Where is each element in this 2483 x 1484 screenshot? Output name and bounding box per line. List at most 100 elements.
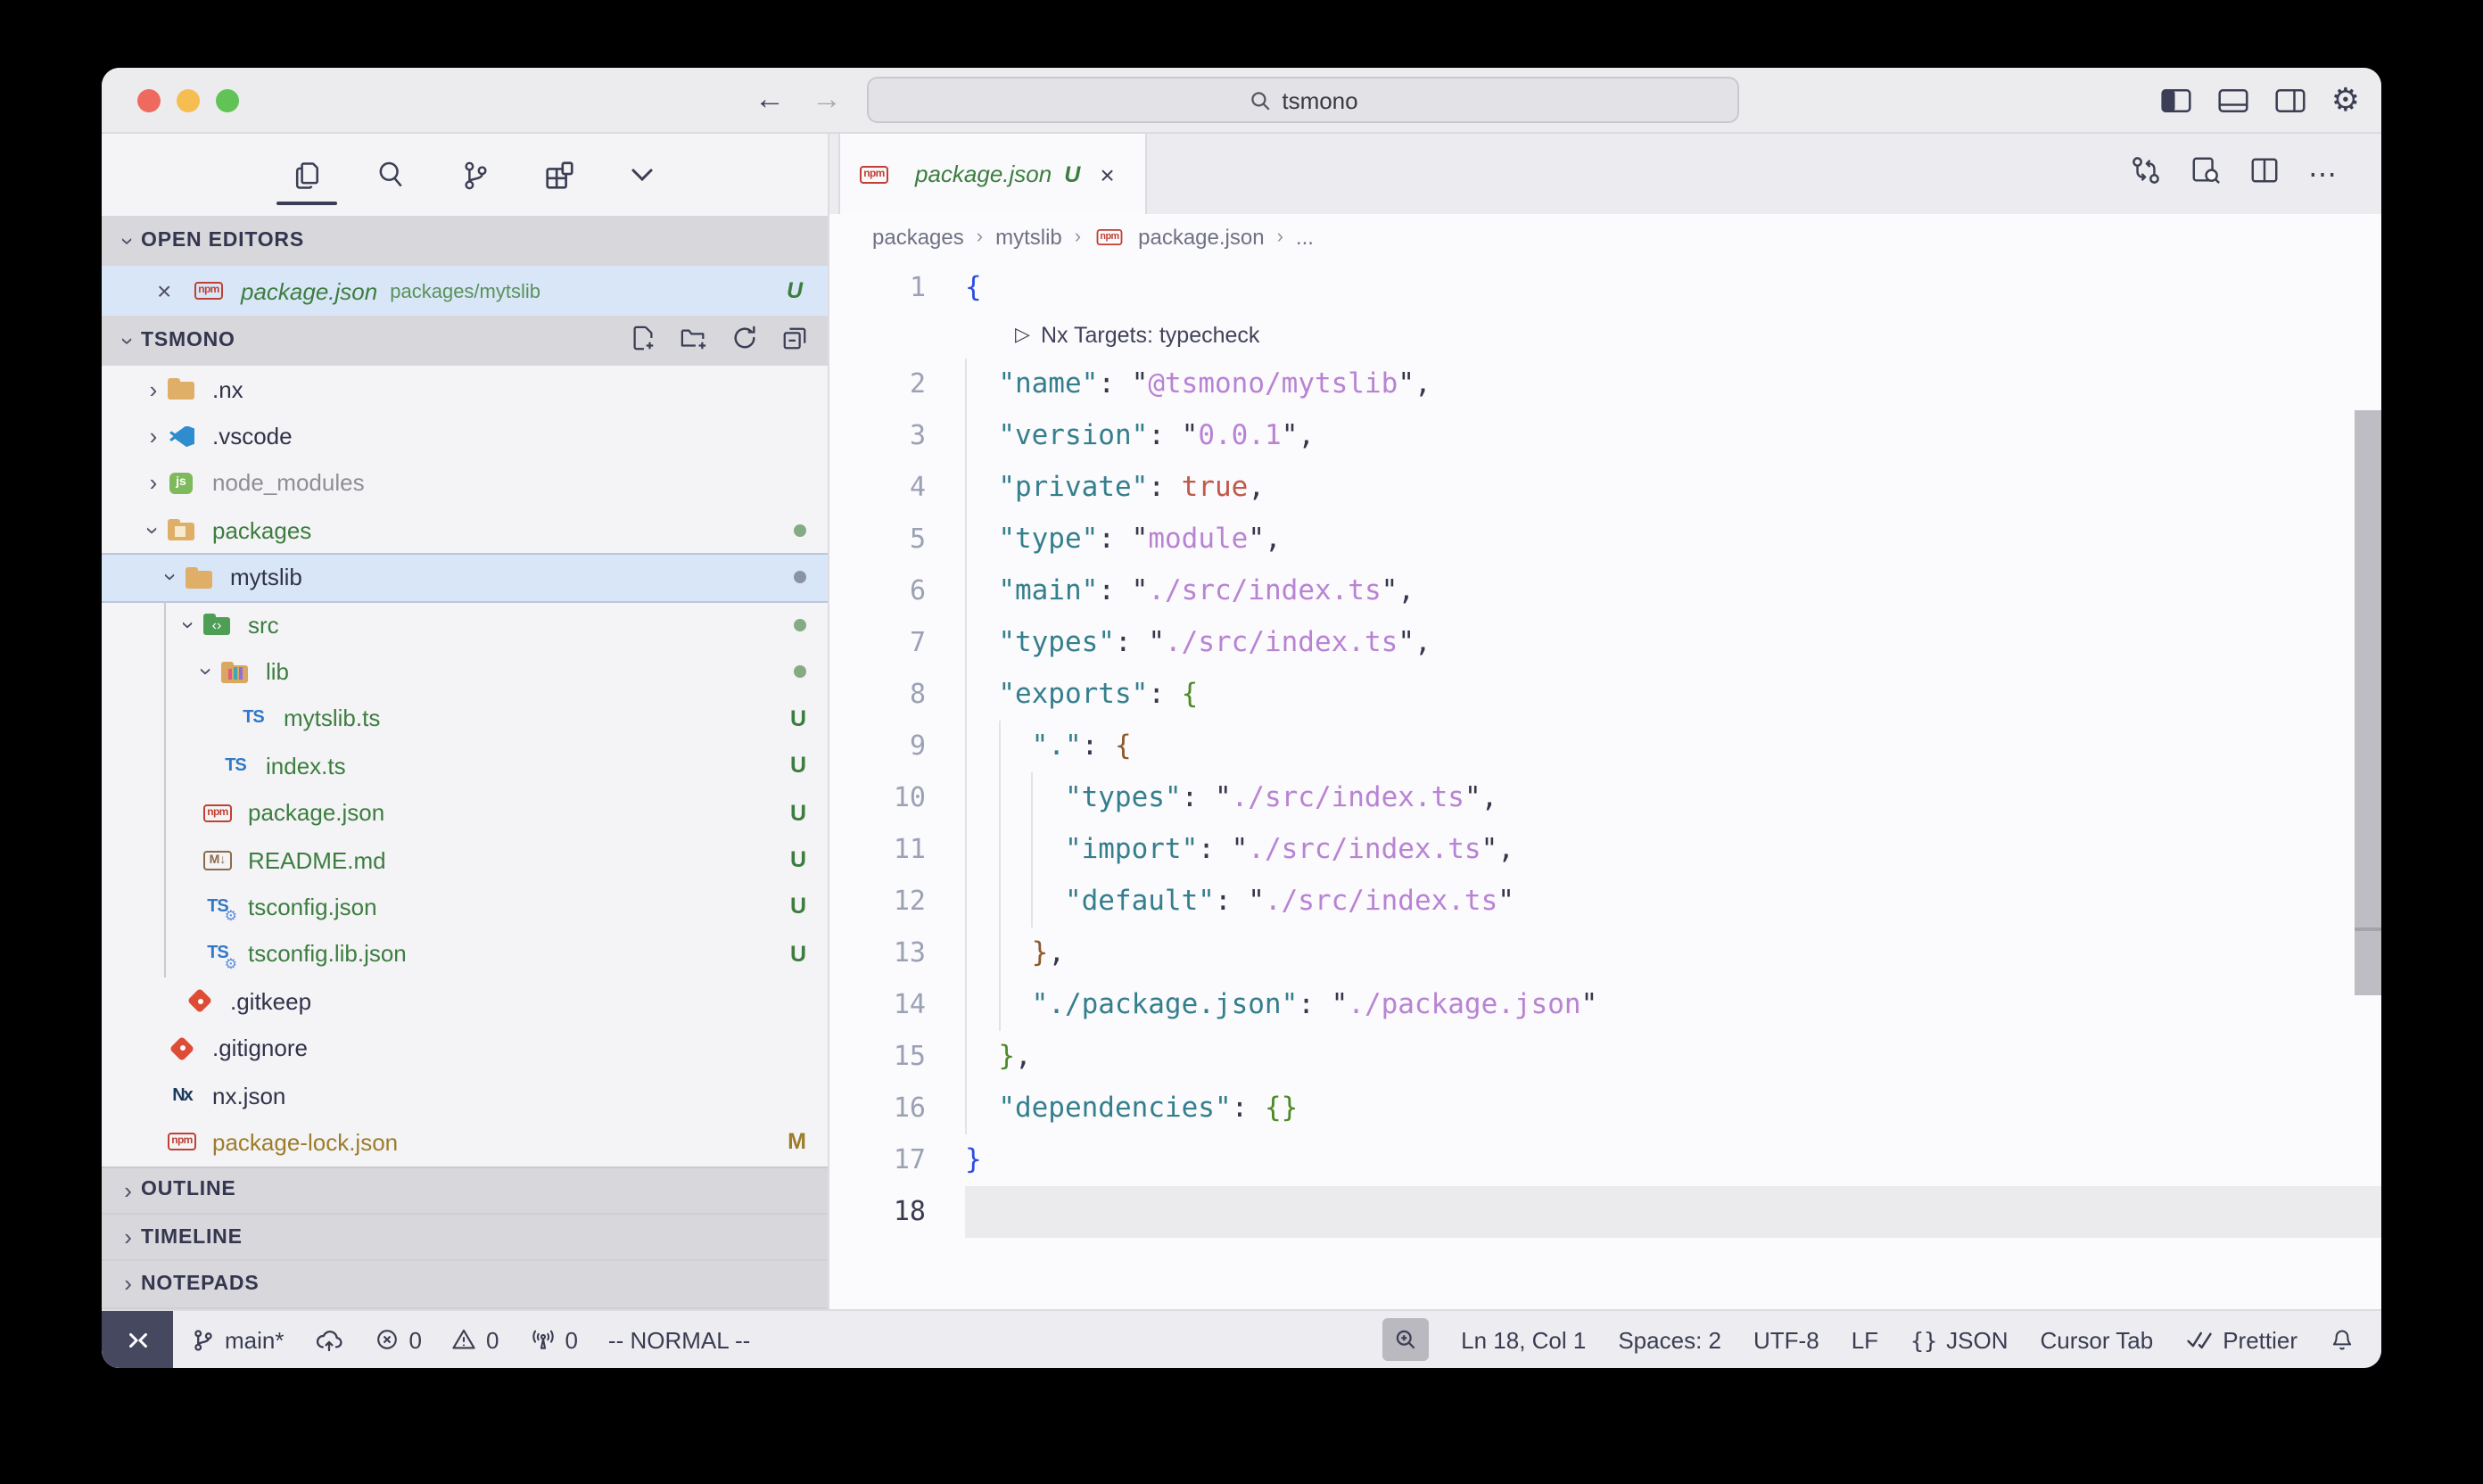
breadcrumb-mytslib[interactable]: mytslib [995, 225, 1062, 250]
open-editor-item[interactable]: × package.json packages/mytslib U [102, 266, 828, 316]
chevron-down-icon[interactable]: › [158, 565, 185, 590]
code-line-3[interactable]: 3 "version": "0.0.1", [829, 410, 2381, 462]
status-item-zoom[interactable] [1382, 1318, 1429, 1361]
tree-item-nx.json[interactable]: nx.json [102, 1072, 828, 1119]
tree-item-.nx[interactable]: ›.nx [102, 366, 828, 413]
refresh-icon[interactable] [731, 325, 758, 357]
minimize-window-button[interactable] [177, 88, 200, 111]
toggle-primary-sidebar-icon[interactable] [2160, 87, 2192, 113]
sidebar-section-notepads[interactable]: ›NOTEPADS [102, 1261, 828, 1308]
toggle-panel-icon[interactable] [2217, 87, 2249, 113]
breadcrumb-package-json[interactable]: package.json [1093, 223, 1264, 251]
source-control-icon[interactable] [455, 144, 494, 205]
close-editor-icon[interactable]: × [157, 276, 193, 305]
code-line-17[interactable]: 17} [829, 1134, 2381, 1186]
breadcrumb-packages[interactable]: packages [872, 225, 964, 250]
status-item-cloud-upload[interactable] [315, 1326, 345, 1353]
status-item-branch[interactable]: main* [191, 1326, 285, 1353]
status-item-cursor-tab[interactable]: Cursor Tab [2041, 1326, 2154, 1353]
tree-item-package-lock.json[interactable]: package-lock.jsonM [102, 1119, 828, 1167]
tree-item-packages[interactable]: ›packages [102, 507, 828, 554]
tab-close-icon[interactable]: × [1100, 160, 1114, 188]
zoom-window-button[interactable] [216, 88, 239, 111]
tree-item-tsconfig.json[interactable]: tsconfig.jsonU [102, 884, 828, 931]
chevron-right-icon[interactable]: › [141, 423, 166, 449]
code-line-16[interactable]: 16 "dependencies": {} [829, 1083, 2381, 1134]
tree-item-package.json[interactable]: package.jsonU [102, 789, 828, 837]
command-center-search[interactable]: tsmono [867, 77, 1739, 123]
tree-item-.gitignore[interactable]: .gitignore [102, 1025, 828, 1072]
tree-item-lib[interactable]: ›lib [102, 648, 828, 696]
remote-indicator[interactable] [102, 1311, 173, 1368]
status-item-error[interactable]: 0 [375, 1326, 422, 1353]
code-line-6[interactable]: 6 "main": "./src/index.ts", [829, 565, 2381, 617]
search-view-icon[interactable] [371, 144, 410, 205]
code-line-15[interactable]: 15 }, [829, 1031, 2381, 1083]
line-number: 15 [829, 1031, 965, 1083]
code-line-10[interactable]: 10 "types": "./src/index.ts", [829, 772, 2381, 824]
code-line-9[interactable]: 9 ".": { [829, 721, 2381, 772]
sidebar-section-timeline[interactable]: ›TIMELINE [102, 1215, 828, 1262]
code-line-12[interactable]: 12 "default": "./src/index.ts" [829, 876, 2381, 928]
more-views-chevron-icon[interactable] [623, 144, 662, 205]
code-line-14[interactable]: 14 "./package.json": "./package.json" [829, 979, 2381, 1031]
code-line-11[interactable]: 11 "import": "./src/index.ts", [829, 824, 2381, 876]
status-item-lf[interactable]: LF [1852, 1326, 1878, 1353]
tree-item-tsconfig.lib.json[interactable]: tsconfig.lib.jsonU [102, 930, 828, 977]
tree-item-node_modules[interactable]: ›node_modules [102, 460, 828, 507]
open-preview-icon[interactable] [2190, 154, 2221, 194]
settings-gear-icon[interactable]: ⚙ [2331, 84, 2360, 116]
forward-arrow-icon[interactable]: → [812, 82, 842, 118]
explorer-section-header[interactable]: › TSMONO [102, 316, 828, 366]
chevron-right-icon[interactable]: › [141, 470, 166, 497]
sidebar-section-outline[interactable]: ›OUTLINE [102, 1167, 828, 1215]
code-line-1[interactable]: 1{ [829, 262, 2381, 314]
tree-item-mytslib.ts[interactable]: mytslib.tsU [102, 695, 828, 742]
chevron-down-icon[interactable]: › [194, 659, 220, 684]
status-item-ln-18-col-1[interactable]: Ln 18, Col 1 [1461, 1326, 1586, 1353]
code-line-13[interactable]: 13 }, [829, 928, 2381, 979]
chevron-down-icon[interactable]: › [140, 518, 167, 543]
line-content: }, [965, 1031, 2381, 1083]
status-item-utf-8[interactable]: UTF-8 [1753, 1326, 1819, 1353]
status-item-braces[interactable]: {}JSON [1910, 1326, 2008, 1353]
toggle-secondary-sidebar-icon[interactable] [2274, 87, 2306, 113]
chevron-down-icon[interactable]: › [176, 612, 202, 637]
compare-changes-icon[interactable] [2130, 154, 2162, 194]
status-item-broadcast[interactable]: 0 [529, 1326, 577, 1353]
code-line-4[interactable]: 4 "private": true, [829, 462, 2381, 514]
tab-package-json[interactable]: package.json U × [838, 134, 1147, 214]
tree-item-README.md[interactable]: README.mdU [102, 837, 828, 884]
tree-item-.gitkeep[interactable]: .gitkeep [102, 977, 828, 1025]
tree-item-mytslib[interactable]: ›mytslib [102, 554, 828, 601]
code-editor[interactable]: 1{▷Nx Targets: typecheck2 "name": "@tsmo… [829, 260, 2381, 1309]
new-folder-icon[interactable] [680, 325, 708, 357]
new-file-icon[interactable] [630, 325, 656, 357]
status-item-bell[interactable] [2330, 1326, 2355, 1353]
more-actions-icon[interactable]: ⋯ [2308, 156, 2339, 192]
status-item-spaces-2[interactable]: Spaces: 2 [1618, 1326, 1721, 1353]
code-line-5[interactable]: 5 "type": "module", [829, 514, 2381, 565]
collapse-folders-icon[interactable] [781, 325, 808, 357]
split-editor-icon[interactable] [2249, 154, 2280, 194]
status-item-label: 0 [409, 1326, 422, 1353]
breadcrumb--[interactable]: ... [1296, 225, 1314, 250]
tree-item-index.ts[interactable]: index.tsU [102, 742, 828, 789]
back-arrow-icon[interactable]: ← [755, 82, 785, 118]
editor-layout-icon[interactable] [539, 144, 578, 205]
status-item--normal-[interactable]: -- NORMAL -- [608, 1326, 750, 1353]
tree-item-src[interactable]: ›src [102, 601, 828, 648]
open-editors-header[interactable]: › OPEN EDITORS [102, 216, 828, 266]
close-window-button[interactable] [137, 88, 161, 111]
status-item-double-check[interactable]: Prettier [2185, 1326, 2297, 1353]
editor-scrollbar[interactable] [2355, 410, 2381, 995]
code-line-2[interactable]: 2 "name": "@tsmono/mytslib", [829, 359, 2381, 410]
code-line-7[interactable]: 7 "types": "./src/index.ts", [829, 617, 2381, 669]
status-item-warning[interactable]: 0 [452, 1326, 499, 1353]
chevron-right-icon[interactable]: › [141, 375, 166, 402]
codelens-nx-targets[interactable]: ▷Nx Targets: typecheck [829, 314, 2381, 359]
code-line-8[interactable]: 8 "exports": { [829, 669, 2381, 721]
code-line-18[interactable]: 18 [829, 1186, 2381, 1238]
tree-item-.vscode[interactable]: ›.vscode [102, 413, 828, 460]
explorer-icon[interactable] [287, 144, 326, 205]
